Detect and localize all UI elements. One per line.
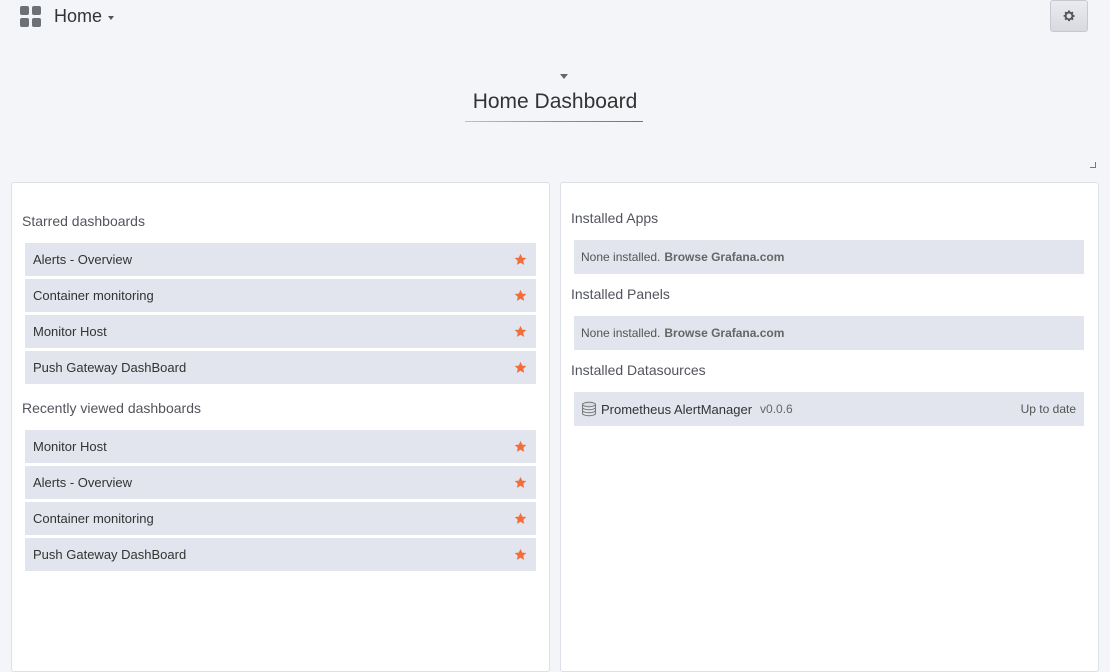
page-title: Home Dashboard: [472, 90, 638, 113]
database-icon: [582, 401, 596, 417]
installed-datasources-heading: Installed Datasources: [571, 362, 706, 378]
datasource-version: v0.0.6: [760, 402, 793, 416]
dashboard-link[interactable]: Monitor Host: [33, 324, 107, 339]
list-item[interactable]: Alerts - Overview: [25, 243, 536, 276]
list-item[interactable]: Monitor Host: [25, 315, 536, 348]
datasource-info: Prometheus AlertManager v0.0.6: [581, 401, 793, 417]
plugins-panel: Installed Apps None installed. Browse Gr…: [560, 182, 1099, 672]
resize-handle-icon[interactable]: [1090, 162, 1096, 168]
update-status: Up to date: [1020, 402, 1076, 416]
star-icon[interactable]: [514, 361, 527, 374]
dashboard-link[interactable]: Container monitoring: [33, 288, 154, 303]
dashboard-link[interactable]: Push Gateway DashBoard: [33, 547, 186, 562]
dashboard-link[interactable]: Alerts - Overview: [33, 252, 132, 267]
dashlist-panel: Starred dashboards Alerts - Overview Con…: [11, 182, 550, 672]
star-icon[interactable]: [514, 476, 527, 489]
title-underline: [465, 121, 643, 122]
dashboard-link[interactable]: Monitor Host: [33, 439, 107, 454]
dashboard-picker[interactable]: Home: [54, 5, 115, 27]
settings-button[interactable]: [1050, 0, 1088, 32]
star-icon[interactable]: [514, 440, 527, 453]
list-item[interactable]: Container monitoring: [25, 279, 536, 312]
installed-apps-row: None installed. Browse Grafana.com: [574, 240, 1084, 274]
dashboard-link[interactable]: Alerts - Overview: [33, 475, 132, 490]
list-item[interactable]: Container monitoring: [25, 502, 536, 535]
dashboard-link[interactable]: Container monitoring: [33, 511, 154, 526]
recent-heading: Recently viewed dashboards: [22, 400, 201, 416]
starred-list: Alerts - Overview Container monitoring M…: [25, 243, 536, 387]
star-icon[interactable]: [514, 253, 527, 266]
grid-icon[interactable]: [20, 6, 41, 27]
browse-grafana-link[interactable]: Browse Grafana.com: [664, 250, 784, 264]
list-item[interactable]: Monitor Host: [25, 430, 536, 463]
dashboard-picker-label: Home: [54, 5, 103, 26]
collapse-caret-icon[interactable]: [560, 74, 568, 79]
top-navbar: Home: [0, 0, 1110, 34]
list-item[interactable]: Push Gateway DashBoard: [25, 538, 536, 571]
gear-icon: [1063, 10, 1075, 22]
star-icon[interactable]: [514, 512, 527, 525]
none-installed-text: None installed.: [581, 250, 661, 264]
installed-apps-heading: Installed Apps: [571, 210, 659, 226]
star-icon[interactable]: [514, 289, 527, 302]
browse-grafana-link[interactable]: Browse Grafana.com: [664, 326, 784, 340]
star-icon[interactable]: [514, 325, 527, 338]
list-item[interactable]: Alerts - Overview: [25, 466, 536, 499]
starred-heading: Starred dashboards: [22, 213, 145, 229]
recent-list: Monitor Host Alerts - Overview Container…: [25, 430, 536, 574]
star-icon[interactable]: [514, 548, 527, 561]
caret-down-icon: [108, 15, 115, 20]
none-installed-text: None installed.: [581, 326, 661, 340]
datasource-name[interactable]: Prometheus AlertManager: [601, 402, 752, 417]
datasource-row[interactable]: Prometheus AlertManager v0.0.6 Up to dat…: [574, 392, 1084, 426]
installed-panels-heading: Installed Panels: [571, 286, 670, 302]
list-item[interactable]: Push Gateway DashBoard: [25, 351, 536, 384]
installed-panels-row: None installed. Browse Grafana.com: [574, 316, 1084, 350]
dashboard-link[interactable]: Push Gateway DashBoard: [33, 360, 186, 375]
